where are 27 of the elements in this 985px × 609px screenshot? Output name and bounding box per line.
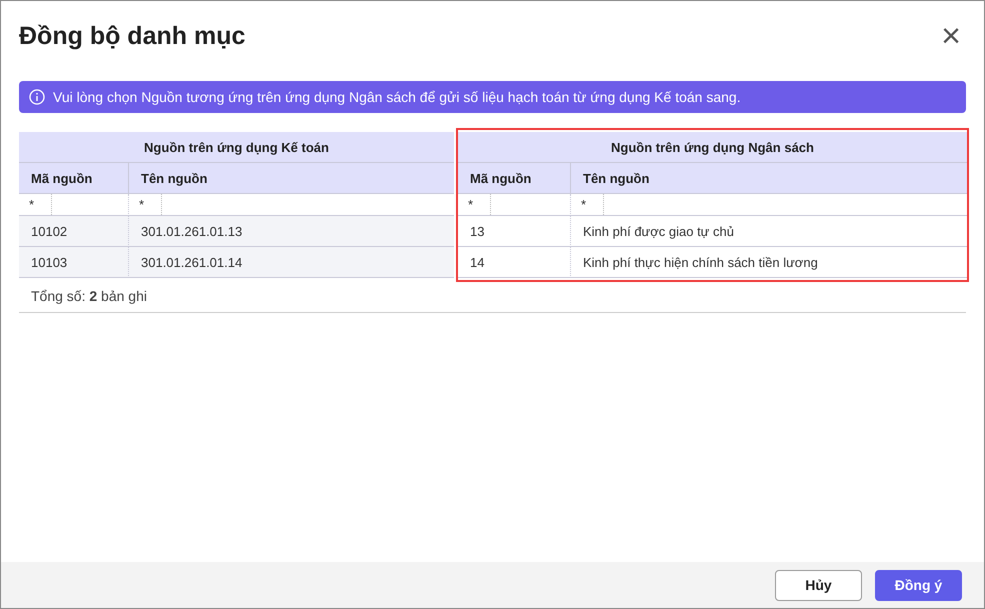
column-header: Tên nguồn bbox=[570, 163, 967, 194]
info-icon bbox=[29, 89, 45, 105]
table-cell: Kinh phí thực hiện chính sách tiền lương bbox=[570, 247, 967, 278]
close-button[interactable]: × bbox=[938, 21, 964, 51]
info-text: Vui lòng chọn Nguồn tương ứng trên ứng dụng Ngân sách để gửi số liệu hạch toán từ ứng dụng Kế toán sang. bbox=[53, 89, 741, 105]
filter-operator[interactable]: * bbox=[581, 194, 604, 215]
filter-field[interactable]: * bbox=[458, 194, 570, 216]
dialog-title: Đồng bộ danh mục bbox=[19, 22, 246, 50]
column-header: Tên nguồn bbox=[128, 163, 454, 194]
column-header: Mã nguồn bbox=[19, 163, 128, 194]
table-cell: Kinh phí được giao tự chủ bbox=[570, 216, 967, 247]
confirm-button[interactable]: Đồng ý bbox=[875, 570, 962, 600]
group-header: Nguồn trên ứng dụng Kế toán bbox=[19, 132, 454, 163]
group-header: Nguồn trên ứng dụng Ngân sách bbox=[458, 132, 967, 163]
record-count: Tổng số: 2 bản ghi bbox=[19, 280, 966, 313]
filter-operator[interactable]: * bbox=[139, 194, 162, 215]
cancel-button[interactable]: Hủy bbox=[775, 570, 862, 600]
filter-operator[interactable]: * bbox=[468, 194, 491, 215]
filter-field[interactable]: * bbox=[570, 194, 967, 216]
table-cell: 301.01.261.01.13 bbox=[128, 216, 454, 247]
column-header: Mã nguồn bbox=[458, 163, 570, 194]
table-cell: 10102 bbox=[19, 216, 128, 247]
filter-operator[interactable]: * bbox=[29, 194, 52, 215]
filter-field[interactable]: * bbox=[19, 194, 128, 216]
table-cell: 301.01.261.01.14 bbox=[128, 247, 454, 278]
filter-field[interactable]: * bbox=[128, 194, 454, 216]
table-cell: 10103 bbox=[19, 247, 128, 278]
